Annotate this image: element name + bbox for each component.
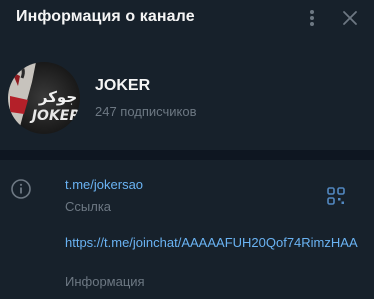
more-vertical-icon xyxy=(310,10,314,14)
avatar-joker-text: JOKER xyxy=(29,108,80,124)
avatar-arabic-text: جوكر xyxy=(38,88,77,106)
channel-link-caption: Ссылка xyxy=(65,199,112,214)
panel-title: Информация о канале xyxy=(16,8,195,25)
close-icon xyxy=(343,11,357,25)
subscriber-count: 247 подписчиков xyxy=(95,104,197,119)
joker-avatar-image: جوكر JOKER xyxy=(8,62,80,134)
panel-header: Информация о канале xyxy=(0,0,374,36)
channel-link[interactable]: t.me/jokersao xyxy=(65,177,143,192)
qr-code-icon[interactable] xyxy=(327,187,345,205)
section-divider xyxy=(0,150,374,160)
invite-link-caption: Информация xyxy=(65,274,145,289)
invite-link[interactable]: https://t.me/joinchat/AAAAAFUH20Qof74Rim… xyxy=(65,234,365,252)
channel-avatar[interactable]: جوكر JOKER xyxy=(8,62,80,134)
info-icon xyxy=(10,178,32,200)
close-button[interactable] xyxy=(338,6,362,30)
channel-name: JOKER xyxy=(95,77,151,94)
more-options-button[interactable] xyxy=(302,6,322,30)
